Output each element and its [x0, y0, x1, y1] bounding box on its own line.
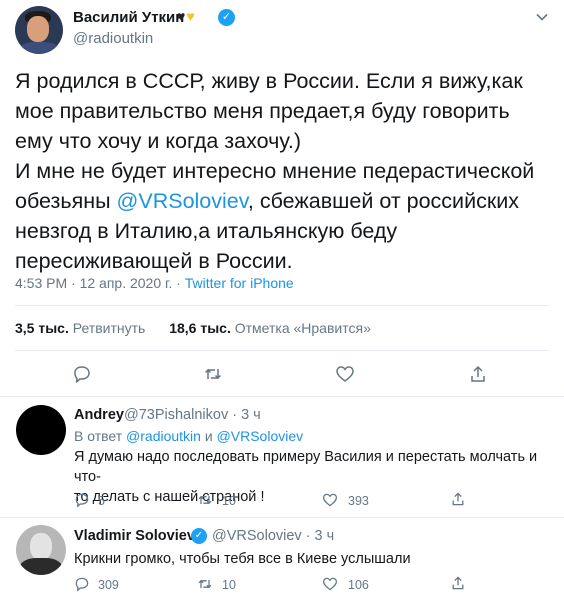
- likes-label[interactable]: Отметка «Нравится»: [235, 320, 371, 336]
- like-icon[interactable]: [322, 576, 338, 592]
- reply-to-line: В ответ @radioutkin и @VRSoloviev: [74, 428, 303, 444]
- tweet-text-line: Я родился в СССР, живу в России. Если я …: [15, 69, 523, 93]
- reply-text: Крикни громко, чтобы тебя все в Киеве ус…: [74, 549, 554, 569]
- tweet-text-line: пересиживающей в России.: [15, 249, 293, 273]
- reply-text-line: Крикни громко, чтобы тебя все в Киеве ус…: [74, 551, 411, 567]
- mention-link[interactable]: @VRSoloviev: [117, 189, 248, 213]
- share-icon[interactable]: [450, 575, 466, 591]
- reply-to-prefix: В ответ: [74, 428, 127, 444]
- tweet-text-line: мое правительство меня предает,я буду го…: [15, 99, 510, 123]
- tweet-meta: 4:53 PM · 12 апр. 2020 г. · Twitter for …: [15, 275, 294, 291]
- reply-count: 309: [98, 578, 119, 592]
- reply-avatar[interactable]: [16, 525, 66, 575]
- retweet-icon[interactable]: [197, 576, 213, 592]
- divider: [0, 517, 564, 518]
- divider: [15, 350, 550, 351]
- reply-author-handle[interactable]: @73Pishalnikov · 3 ч: [124, 407, 261, 423]
- reply-count: 5: [98, 494, 105, 508]
- reply-text-line: Я думаю надо последовать примеру Василия…: [74, 449, 538, 485]
- like-icon[interactable]: [322, 492, 338, 508]
- reply-author-name[interactable]: Vladimir Soloviev: [74, 528, 195, 544]
- tweet-timestamp[interactable]: 4:53 PM · 12 апр. 2020 г. ·: [15, 275, 185, 291]
- author-avatar[interactable]: [15, 6, 63, 54]
- tweet-text-line: обезьяны @VRSoloviev, сбежавшей от росси…: [15, 186, 550, 216]
- like-count: 393: [348, 494, 369, 508]
- tweet-text: Я родился в СССР, живу в России. Если я …: [15, 66, 550, 276]
- tweet-stats: 3,5 тыс. Ретвитнуть 18,6 тыс. Отметка «Н…: [15, 320, 371, 336]
- retweets-count[interactable]: 3,5 тыс.: [15, 320, 69, 336]
- tweet-text-fragment: , сбежавшей от российских: [247, 189, 519, 213]
- verified-badge-icon: ✓: [218, 9, 235, 26]
- divider: [0, 396, 564, 397]
- tweet-source-link[interactable]: Twitter for iPhone: [185, 275, 294, 291]
- verified-badge-icon: ✓: [191, 528, 207, 544]
- tweet-text-line: невзгод в Италию,а итальянскую беду: [15, 219, 398, 243]
- reply-author-name[interactable]: Andrey: [74, 407, 124, 423]
- retweet-count: 10: [222, 578, 236, 592]
- reply-text-line: то делать с нашей страной !: [74, 489, 265, 505]
- author-emoji: ♥♥: [177, 8, 196, 24]
- reply-avatar[interactable]: [16, 405, 66, 455]
- tweet-text-fragment: обезьяны: [15, 189, 117, 213]
- author-handle[interactable]: @radioutkin: [73, 30, 153, 47]
- author-name[interactable]: Василий Уткин: [73, 9, 184, 26]
- retweet-icon[interactable]: [197, 492, 213, 508]
- share-icon[interactable]: [468, 364, 488, 384]
- reply-icon[interactable]: [72, 364, 92, 384]
- mention-link[interactable]: @VRSoloviev: [217, 428, 304, 444]
- divider: [15, 305, 550, 306]
- caret-down-icon[interactable]: [536, 10, 548, 22]
- retweet-icon[interactable]: [203, 364, 223, 384]
- retweet-count: 10: [222, 494, 236, 508]
- like-count: 106: [348, 578, 369, 592]
- black-heart-icon: ♥: [177, 8, 187, 24]
- mention-link[interactable]: @radioutkin: [126, 428, 201, 444]
- tweet-text-line: И мне не будет интересно мнение педераст…: [15, 159, 535, 183]
- yellow-heart-icon: ♥: [186, 8, 196, 24]
- reply-author-handle[interactable]: @VRSoloviev · 3 ч: [212, 528, 334, 544]
- reply-icon[interactable]: [74, 492, 90, 508]
- reply-text: Я думаю надо последовать примеру Василия…: [74, 447, 554, 507]
- like-icon[interactable]: [335, 364, 355, 384]
- tweet-text-line: ему что хочу и когда захочу.): [15, 129, 302, 153]
- reply-icon[interactable]: [74, 576, 90, 592]
- retweets-label[interactable]: Ретвитнуть: [73, 320, 146, 336]
- share-icon[interactable]: [450, 491, 466, 507]
- reply-to-and: и: [200, 428, 217, 444]
- likes-count[interactable]: 18,6 тыс.: [169, 320, 231, 336]
